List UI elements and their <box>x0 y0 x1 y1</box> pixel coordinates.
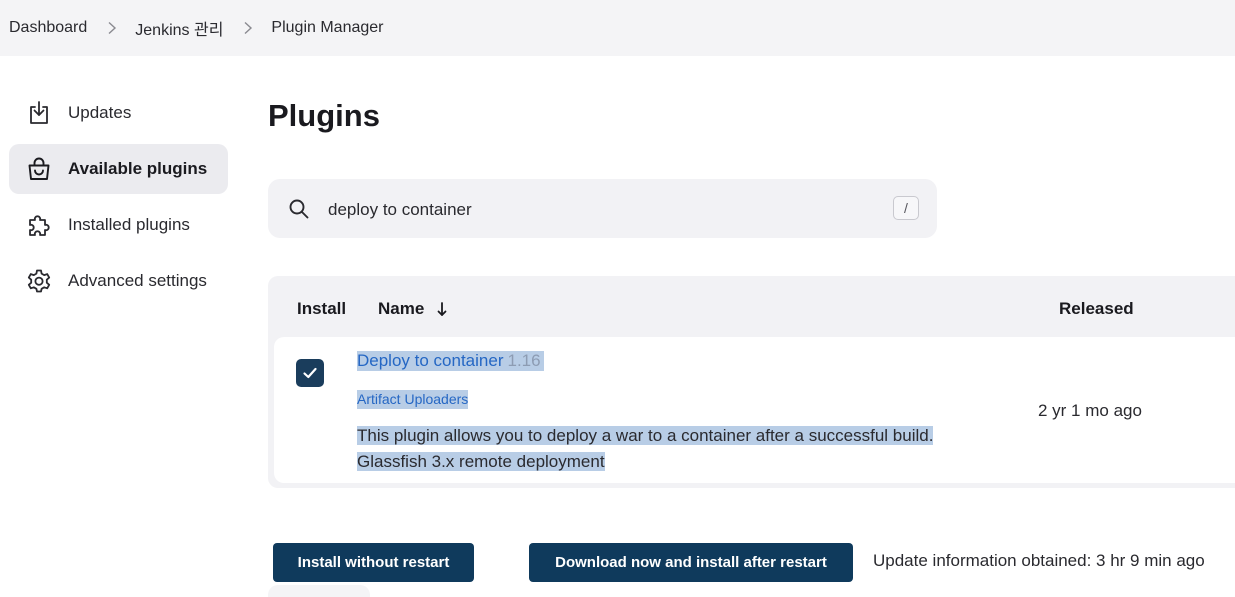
page-title: Plugins <box>268 98 380 133</box>
download-and-install-after-restart-button[interactable]: Download now and install after restart <box>529 543 853 582</box>
chevron-right-icon <box>241 21 255 35</box>
sidebar: Updates Available plugins Installed plug… <box>9 88 228 312</box>
column-header-install: Install <box>297 299 347 318</box>
plugin-version: 1.16 <box>507 351 541 370</box>
search-input[interactable] <box>326 193 890 227</box>
sort-descending-icon <box>436 300 448 318</box>
sidebar-item-installed-plugins[interactable]: Installed plugins <box>9 200 228 250</box>
column-header-name[interactable]: Name <box>378 299 448 319</box>
sidebar-item-advanced-settings[interactable]: Advanced settings <box>9 256 228 306</box>
partial-element <box>268 585 370 597</box>
plugin-description-line: Glassfish 3.x remote deployment <box>357 452 605 471</box>
gear-icon <box>25 267 53 295</box>
keyboard-shortcut-hint: / <box>893 196 919 220</box>
column-header-name-label: Name <box>378 299 425 318</box>
plugin-description: This plugin allows you to deploy a war t… <box>357 423 934 475</box>
search-bar[interactable]: / <box>268 179 937 238</box>
sidebar-item-available-plugins[interactable]: Available plugins <box>9 144 228 194</box>
table-row: Deploy to container 1.16 Artifact Uploade… <box>274 337 1235 483</box>
breadcrumb: Dashboard Jenkins 관리 Plugin Manager <box>0 0 1235 56</box>
install-without-restart-button[interactable]: Install without restart <box>273 543 474 582</box>
plugin-name-link[interactable]: Deploy to container 1.16 <box>357 351 544 371</box>
breadcrumb-jenkins-manage[interactable]: Jenkins 관리 <box>135 16 223 40</box>
search-icon <box>288 198 310 220</box>
sidebar-item-label: Available plugins <box>68 159 208 178</box>
plugin-name: Deploy to container <box>357 351 504 370</box>
sidebar-item-label: Installed plugins <box>68 215 190 234</box>
plugin-category-link[interactable]: Artifact Uploaders <box>357 390 469 409</box>
puzzle-icon <box>25 211 53 239</box>
plugin-released: 2 yr 1 mo ago <box>1038 401 1142 420</box>
plugin-description-line: This plugin allows you to deploy a war t… <box>357 426 934 445</box>
chevron-right-icon <box>105 21 119 35</box>
plugins-table: Install Name Released Deploy to containe… <box>268 276 1235 488</box>
install-checkbox[interactable] <box>296 359 324 387</box>
checkmark-icon <box>303 367 317 379</box>
shopping-bag-icon <box>25 155 53 183</box>
breadcrumb-plugin-manager[interactable]: Plugin Manager <box>271 19 383 37</box>
sidebar-item-label: Updates <box>68 103 132 122</box>
download-icon <box>25 99 53 127</box>
sidebar-item-updates[interactable]: Updates <box>9 88 228 138</box>
breadcrumb-dashboard[interactable]: Dashboard <box>9 19 87 37</box>
update-info-text: Update information obtained: 3 hr 9 min … <box>873 551 1205 570</box>
column-header-released[interactable]: Released <box>1059 299 1134 319</box>
sidebar-item-label: Advanced settings <box>68 271 207 290</box>
